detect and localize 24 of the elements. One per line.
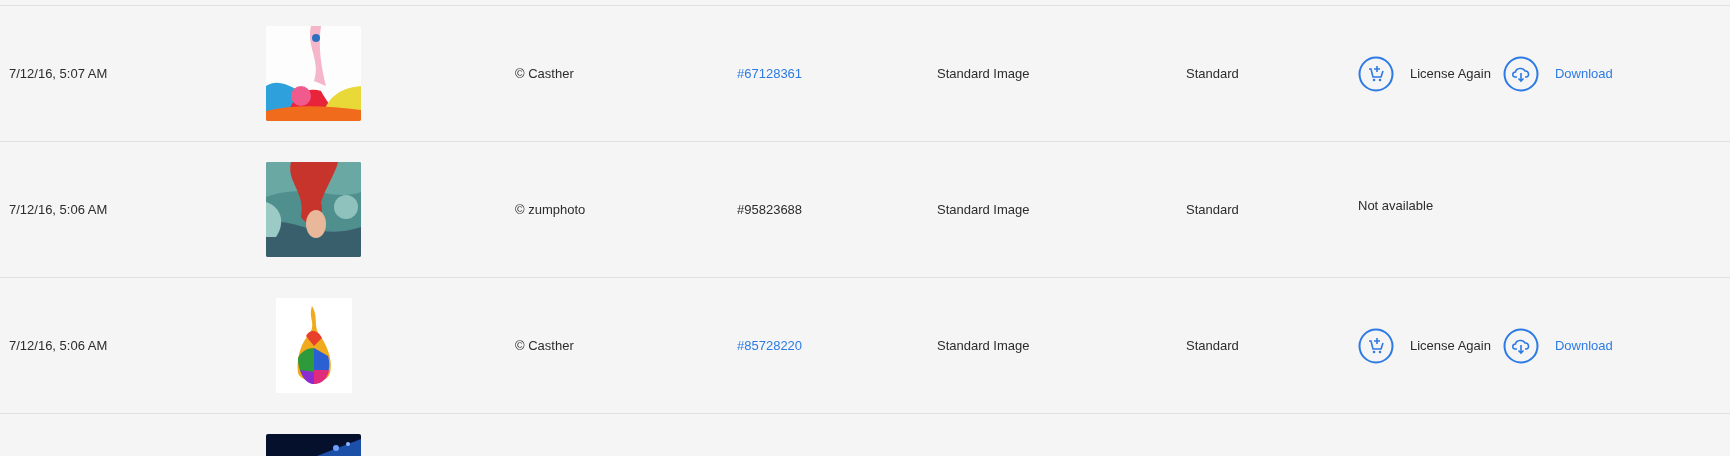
license-text: Standard — [1186, 338, 1240, 353]
availability-text: Not available — [1358, 198, 1434, 213]
date-text: 7/12/16, 5:06 AM — [9, 338, 109, 353]
asset-id-link[interactable]: #67128361 — [737, 66, 937, 81]
content-type-text: Standard Image — [937, 202, 1031, 217]
date-text: 7/12/16, 5:06 AM — [9, 202, 109, 217]
content-type-text: Standard Image — [937, 338, 1031, 353]
content-type-text: Standard Image — [937, 66, 1031, 81]
cart-icon — [1358, 55, 1394, 92]
credit-text: © Casther — [515, 66, 575, 81]
download-link[interactable]: Download — [1502, 327, 1613, 364]
download-icon — [1502, 55, 1539, 92]
license-text: Standard — [1186, 202, 1240, 217]
cart-icon — [1358, 327, 1394, 364]
asset-id-text: #95823688 — [737, 202, 804, 217]
license-again-button[interactable]: License Again — [1358, 327, 1491, 364]
license-text: Standard — [1186, 66, 1240, 81]
credit-text: © zumphoto — [515, 202, 587, 217]
date-text: 7/12/16, 5:07 AM — [9, 66, 109, 81]
download-link[interactable]: Download — [1502, 55, 1613, 92]
credit-text: © Casther — [515, 338, 575, 353]
asset-id-link[interactable]: #85728220 — [737, 338, 937, 353]
license-again-button[interactable]: License Again — [1358, 55, 1491, 92]
download-icon — [1502, 327, 1539, 364]
